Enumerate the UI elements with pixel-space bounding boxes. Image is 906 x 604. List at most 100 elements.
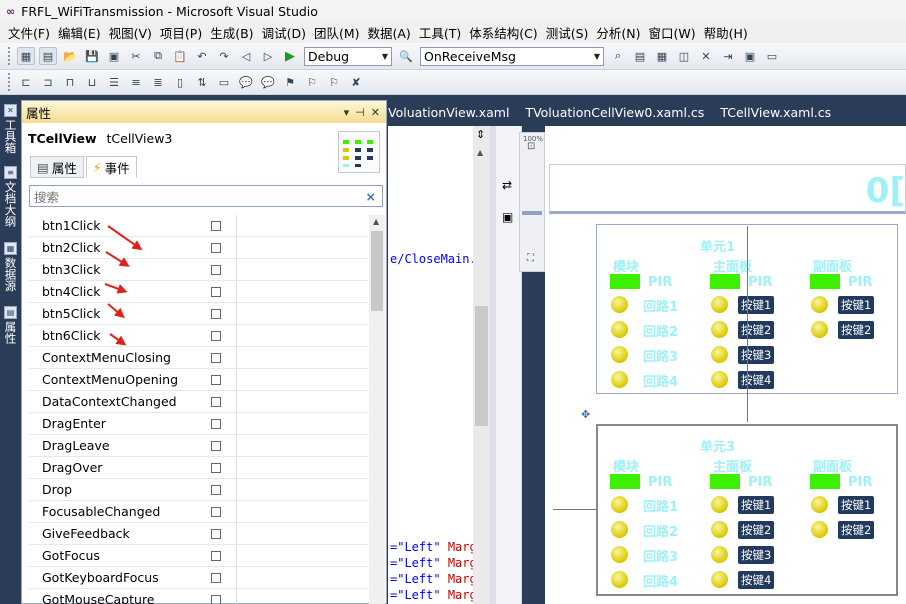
navigate-back-icon[interactable]: ◁ (237, 47, 255, 65)
sub-key-button[interactable]: 按键2 (838, 321, 875, 339)
zoom-slider-thumb[interactable] (522, 211, 542, 215)
zoom-fit-icon[interactable]: ⊡ (527, 141, 535, 152)
redo-icon[interactable]: ↷ (215, 47, 233, 65)
main-bulb[interactable] (711, 346, 728, 363)
main-key-button[interactable]: 按键1 (738, 296, 775, 314)
toolbar-grip[interactable] (8, 73, 11, 91)
main-bulb[interactable] (711, 521, 728, 538)
tab-order-icon[interactable]: ⇅ (193, 73, 211, 91)
loop-bulb[interactable] (611, 321, 628, 338)
menu-item[interactable]: 视图(V) (105, 23, 156, 42)
scroll-up-icon[interactable]: ▲ (477, 148, 483, 157)
bookmark-icon[interactable]: ⚑ (281, 73, 299, 91)
toolbar-grip[interactable] (8, 47, 11, 65)
extension-manager-icon[interactable]: ▣ (741, 47, 759, 65)
solution-explorer-icon[interactable]: ▦ (653, 47, 671, 65)
tab-voluation-view[interactable]: VoluationView.xaml (388, 105, 525, 120)
menu-item[interactable]: 帮助(H) (700, 23, 752, 42)
comment-icon[interactable]: 💬 (237, 73, 255, 91)
config-select[interactable]: Debug ▼ (304, 46, 392, 66)
main-bulb[interactable] (711, 571, 728, 588)
event-row[interactable]: btn5Click (29, 303, 369, 325)
toolbox-icon[interactable]: ✕ (697, 47, 715, 65)
align-center-icon[interactable]: ⊐ (39, 73, 57, 91)
event-handler-field[interactable] (236, 567, 369, 588)
event-handler-icon[interactable] (211, 264, 221, 275)
search-input[interactable]: 搜索 × (29, 185, 383, 207)
event-handler-icon[interactable] (211, 242, 221, 253)
event-handler-field[interactable] (236, 237, 369, 258)
find-in-files-icon[interactable]: 🔍 (397, 47, 415, 65)
event-handler-field[interactable] (236, 215, 369, 236)
uncomment-icon[interactable]: 💬 (259, 73, 277, 91)
event-handler-icon[interactable] (211, 352, 221, 363)
event-handler-icon[interactable] (211, 286, 221, 297)
menu-item[interactable]: 窗口(W) (645, 23, 700, 42)
align-middle-icon[interactable]: ☰ (105, 73, 123, 91)
event-row[interactable]: FocusableChanged (29, 501, 369, 523)
scrollbar-thumb[interactable] (475, 306, 488, 426)
main-bulb[interactable] (711, 496, 728, 513)
event-handler-field[interactable] (236, 281, 369, 302)
menu-item[interactable]: 生成(B) (206, 23, 257, 42)
event-row[interactable]: GotMouseCapture (29, 589, 369, 604)
main-bulb[interactable] (711, 296, 728, 313)
header-region[interactable]: 0[ (549, 164, 906, 214)
toolbox-tab[interactable]: ✕ 工具箱 (2, 104, 19, 154)
tab-properties[interactable]: ▤ 属性 (30, 156, 84, 178)
event-row[interactable]: Drop (29, 479, 369, 501)
start-debugging-icon[interactable]: ▶ (285, 49, 295, 64)
align-left-icon[interactable]: ⊏ (17, 73, 35, 91)
loop-bulb[interactable] (611, 296, 628, 313)
menu-item[interactable]: 测试(S) (542, 23, 593, 42)
target-select[interactable]: OnReceiveMsg ▼ (420, 46, 604, 66)
find-icon[interactable]: ⌕ (609, 47, 627, 65)
sub-key-button[interactable]: 按键1 (838, 296, 875, 314)
move-handle-icon[interactable]: ✥ (581, 408, 590, 421)
undo-icon[interactable]: ↶ (193, 47, 211, 65)
event-handler-field[interactable] (236, 523, 369, 544)
event-handler-field[interactable] (236, 413, 369, 434)
dropdown-icon[interactable]: ▾ (344, 106, 350, 119)
event-row[interactable]: btn6Click (29, 325, 369, 347)
main-bulb[interactable] (711, 546, 728, 563)
menu-item[interactable]: 工具(T) (415, 23, 465, 42)
split-view-icon[interactable]: ⇕ (476, 128, 485, 141)
event-handler-field[interactable] (236, 259, 369, 280)
event-handler-icon[interactable] (211, 572, 221, 583)
scrollbar-thumb[interactable] (371, 231, 383, 311)
main-key-button[interactable]: 按键2 (738, 321, 775, 339)
event-handler-icon[interactable] (211, 396, 221, 407)
properties-window-icon[interactable]: ▤ (631, 47, 649, 65)
event-handler-field[interactable] (236, 391, 369, 412)
open-file-icon[interactable]: 📂 (61, 47, 79, 65)
cut-icon[interactable]: ✂ (127, 47, 145, 65)
event-row[interactable]: btn2Click (29, 237, 369, 259)
event-handler-icon[interactable] (211, 594, 221, 604)
main-key-button[interactable]: 按键3 (738, 546, 775, 564)
event-row[interactable]: DragLeave (29, 435, 369, 457)
menu-item[interactable]: 数据(A) (364, 23, 415, 42)
add-item-icon[interactable]: ▤ (39, 47, 57, 65)
start-page-icon[interactable]: ⇥ (719, 47, 737, 65)
make-same-height-icon[interactable]: ≣ (149, 73, 167, 91)
event-row[interactable]: GotKeyboardFocus (29, 567, 369, 589)
menu-item[interactable]: 项目(P) (156, 23, 206, 42)
sub-bulb[interactable] (811, 496, 828, 513)
event-row[interactable]: DragOver (29, 457, 369, 479)
event-row[interactable]: btn4Click (29, 281, 369, 303)
event-row[interactable]: DragEnter (29, 413, 369, 435)
event-handler-field[interactable] (236, 501, 369, 522)
next-bookmark-icon[interactable]: ⚐ (303, 73, 321, 91)
event-handler-field[interactable] (236, 325, 369, 346)
event-handler-icon[interactable] (211, 418, 221, 429)
menu-item[interactable]: 体系结构(C) (465, 23, 541, 42)
pointer-icon[interactable]: ▣ (502, 210, 513, 224)
align-top-icon[interactable]: ⊔ (83, 73, 101, 91)
event-handler-field[interactable] (236, 303, 369, 324)
event-handler-field[interactable] (236, 457, 369, 478)
event-row[interactable]: ContextMenuClosing (29, 347, 369, 369)
new-project-icon[interactable]: ▦ (17, 47, 35, 65)
main-key-button[interactable]: 按键3 (738, 346, 775, 364)
loop-bulb[interactable] (611, 496, 628, 513)
